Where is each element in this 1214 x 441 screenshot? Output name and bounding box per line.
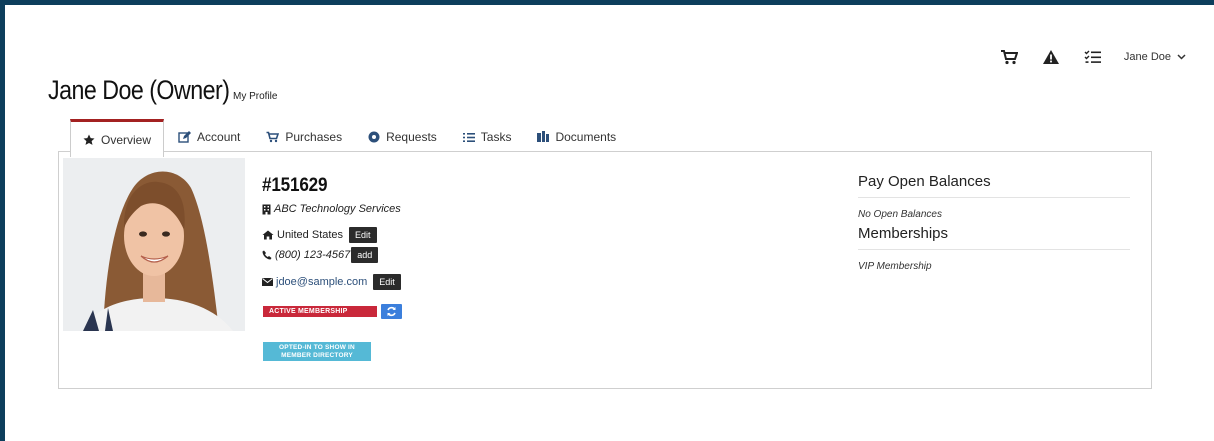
edit-address-button[interactable]: Edit xyxy=(349,227,377,243)
user-name: Jane Doe xyxy=(1123,51,1171,63)
cart-icon xyxy=(266,131,280,143)
user-menu[interactable]: Jane Doe xyxy=(1124,51,1186,63)
directory-badge-line2: MEMBER DIRECTORY xyxy=(281,352,353,359)
tab-purchases[interactable]: Purchases xyxy=(254,119,354,155)
member-directory-badge: OPTED-IN TO SHOW IN MEMBER DIRECTORY xyxy=(263,342,371,361)
tab-label: Overview xyxy=(101,132,152,147)
cart-icon[interactable] xyxy=(992,45,1026,69)
top-toolbar: Jane Doe xyxy=(984,45,1186,69)
documents-icon xyxy=(537,131,550,142)
tab-label: Purchases xyxy=(285,130,343,144)
home-icon xyxy=(262,230,274,240)
tab-documents[interactable]: Documents xyxy=(525,119,628,155)
member-id: #151629 xyxy=(262,175,328,196)
email-link[interactable]: jdoe@sample.com xyxy=(276,276,367,288)
warning-icon[interactable] xyxy=(1034,45,1068,69)
phone-number: (800) 123-4567 xyxy=(275,249,351,261)
edit-email-button[interactable]: Edit xyxy=(373,274,401,290)
add-phone-button[interactable]: add xyxy=(351,247,379,263)
address-line: United States Edit xyxy=(262,227,377,243)
tab-label: Account xyxy=(197,130,241,144)
chevron-down-icon xyxy=(1177,51,1186,63)
directory-badge-line1: OPTED-IN TO SHOW IN xyxy=(279,344,355,351)
email-line: jdoe@sample.com Edit xyxy=(262,274,401,290)
tab-account[interactable]: Account xyxy=(166,119,252,155)
tab-overview[interactable]: Overview xyxy=(70,119,165,157)
tab-label: Tasks xyxy=(480,130,512,144)
tab-tasks[interactable]: Tasks xyxy=(451,119,524,155)
country: United States xyxy=(277,229,344,241)
company-name: ABC Technology Services xyxy=(274,203,401,215)
building-icon xyxy=(262,204,271,214)
tasks-list-icon xyxy=(462,132,475,142)
gear-circle-icon xyxy=(368,131,380,143)
phone-icon xyxy=(262,250,272,260)
tab-requests[interactable]: Requests xyxy=(356,119,449,155)
phone-line: (800) 123-4567 add xyxy=(262,247,379,263)
memberships-section: Memberships VIP Membership xyxy=(858,225,1130,272)
edit-icon xyxy=(178,131,192,143)
tab-label: Documents xyxy=(555,130,617,144)
refresh-icon xyxy=(387,306,396,317)
star-icon xyxy=(83,134,95,145)
balances-title: Pay Open Balances xyxy=(858,173,1130,198)
balances-note: No Open Balances xyxy=(858,209,942,220)
active-membership-badge: ACTIVE MEMBERSHIP xyxy=(263,306,377,317)
page-heading: Jane Doe (Owner) My Profile xyxy=(48,75,277,106)
membership-badge-label: ACTIVE MEMBERSHIP xyxy=(269,308,348,315)
page-title: Jane Doe (Owner) xyxy=(48,75,230,105)
membership-item[interactable]: VIP Membership xyxy=(858,261,1130,272)
company-line: ABC Technology Services xyxy=(262,203,401,215)
envelope-icon xyxy=(262,278,273,286)
memberships-title: Memberships xyxy=(858,225,1130,250)
balances-section: Pay Open Balances No Open Balances xyxy=(858,173,1130,220)
profile-photo xyxy=(63,158,245,331)
app-window: Jane Doe Jane Doe (Owner) My Profile Ove… xyxy=(5,5,1214,441)
tab-label: Requests xyxy=(386,130,437,144)
refresh-membership-button[interactable] xyxy=(381,304,402,319)
page-subtitle: My Profile xyxy=(233,91,278,102)
tasks-list-icon[interactable] xyxy=(1076,45,1110,69)
